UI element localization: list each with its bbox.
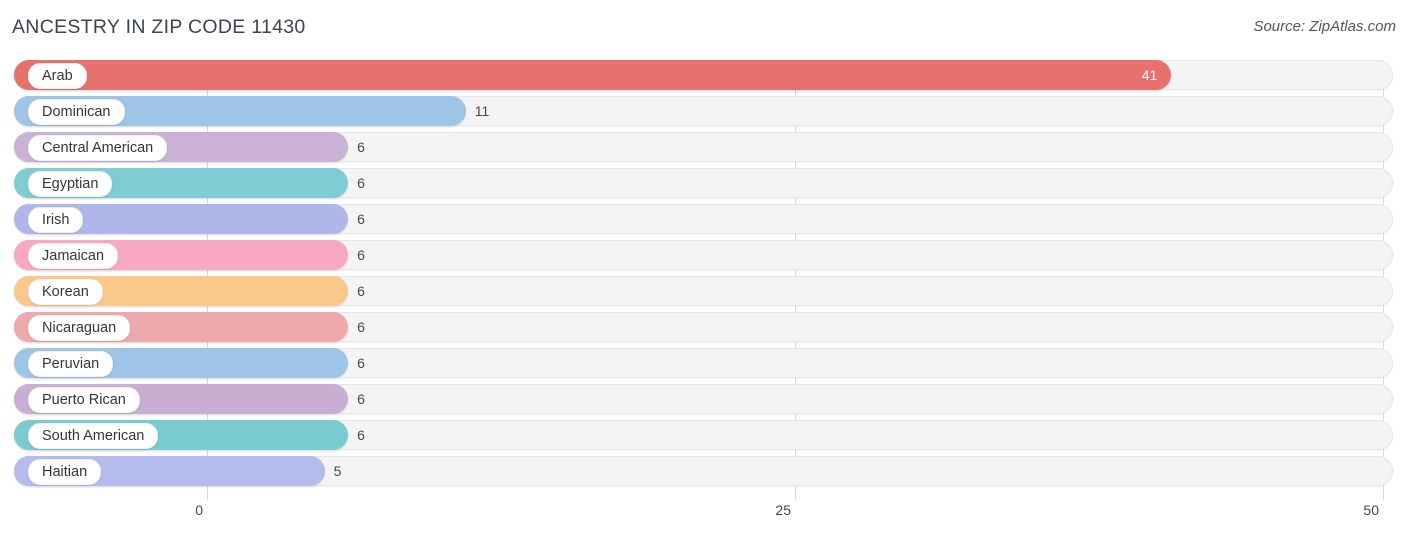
bar-category-label: Korean [28, 279, 103, 305]
bar-category-label: Nicaraguan [28, 315, 131, 341]
bar-category-label: Jamaican [28, 243, 119, 269]
bar-value-label: 5 [333, 463, 342, 479]
x-axis-tick-label: 25 [775, 502, 791, 518]
bar-category-label: Central American [28, 135, 168, 161]
bar-value-label: 6 [357, 427, 365, 443]
bar-row: Nicaraguan 6 [0, 312, 1406, 342]
bar-row: Irish 6 [0, 204, 1406, 234]
bar-value-label: 6 [357, 247, 365, 263]
bar-category-label: Irish [28, 207, 84, 233]
bar-value-label: 6 [357, 283, 365, 299]
bar-category-label: Haitian [28, 459, 102, 485]
x-axis-tick-label: 0 [195, 502, 203, 518]
chart-plot-area: Arab 41 Dominican 11 Central American 6 Egypti… [0, 60, 1406, 500]
bar-row: Puerto Rican 6 [0, 384, 1406, 414]
x-axis: 0 25 50 [0, 500, 1406, 535]
page-title: ANCESTRY IN ZIP CODE 11430 [12, 16, 306, 38]
bar-value-label: 6 [357, 355, 365, 371]
bar-value-label: 11 [474, 103, 490, 119]
bar-value-label: 41 [1141, 67, 1158, 83]
bar-value-label: 6 [357, 391, 365, 407]
bar-category-label: South American [28, 423, 159, 449]
bar-row: Dominican 11 [0, 96, 1406, 126]
x-axis-tick-label: 50 [1363, 502, 1379, 518]
bar-rows: Arab 41 Dominican 11 Central American 6 Egypti… [0, 60, 1406, 492]
bar-category-label: Dominican [28, 99, 125, 125]
chart-header: ANCESTRY IN ZIP CODE 11430 Source: ZipAt… [0, 0, 1406, 56]
bar-value-label: 6 [357, 211, 365, 227]
bar-row: Korean 6 [0, 276, 1406, 306]
bar-row: Arab 41 [0, 60, 1406, 90]
bar-value-label: 6 [357, 175, 365, 191]
source-attribution: Source: ZipAtlas.com [1253, 18, 1396, 35]
bar-category-label: Peruvian [28, 351, 114, 377]
bar-row: Haitian 5 [0, 456, 1406, 486]
chart-page: ANCESTRY IN ZIP CODE 11430 Source: ZipAt… [0, 0, 1406, 535]
bar-row: South American 6 [0, 420, 1406, 450]
bar-row: Egyptian 6 [0, 168, 1406, 198]
bar-value-label: 6 [357, 319, 365, 335]
bar-category-label: Puerto Rican [28, 387, 140, 413]
bar-category-label: Egyptian [28, 171, 113, 197]
bar-value-label: 6 [357, 139, 365, 155]
bar-row: Central American 6 [0, 132, 1406, 162]
bar-row: Peruvian 6 [0, 348, 1406, 378]
bar-row: Jamaican 6 [0, 240, 1406, 270]
